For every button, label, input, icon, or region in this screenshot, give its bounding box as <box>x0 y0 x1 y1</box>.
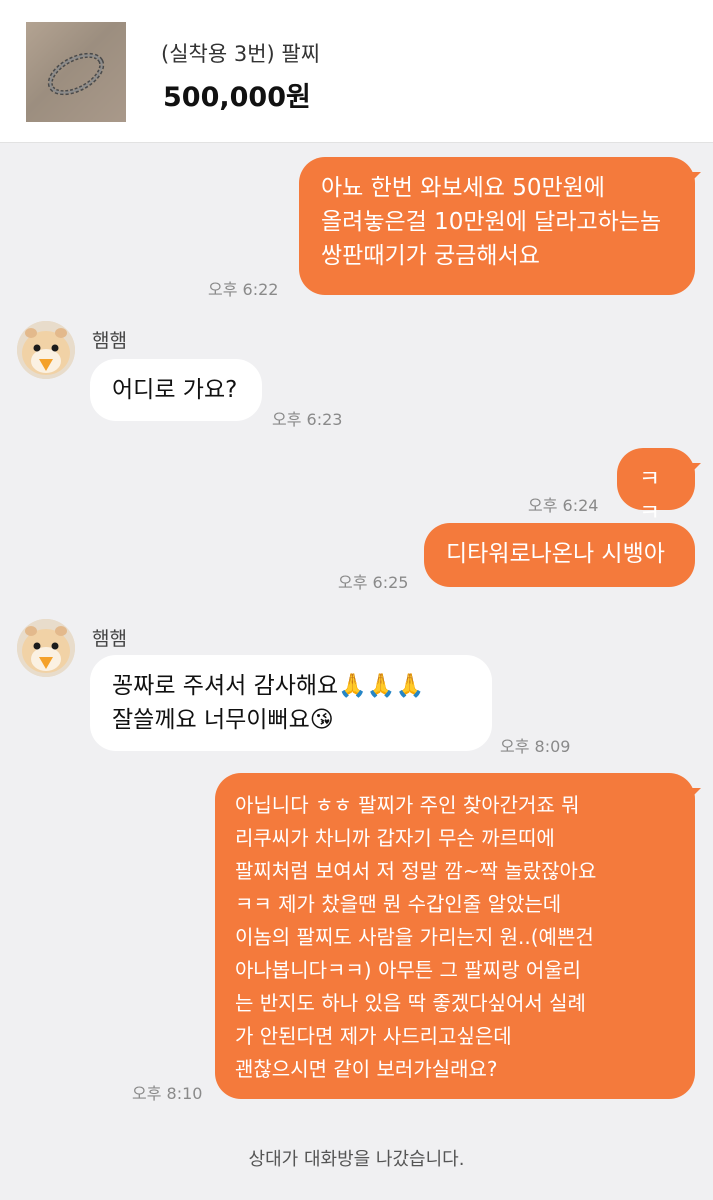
sender-avatar[interactable] <box>17 321 75 379</box>
sender-name: 햄햄 <box>92 628 127 650</box>
my-message-bubble[interactable]: ㅋㅋ <box>617 448 695 526</box>
sender-name: 햄햄 <box>92 330 127 352</box>
my-message-bubble[interactable]: 아닙니다 ㅎㅎ 팔찌가 주인 찾아간거죠 뭐 리쿠씨가 차니까 갑자기 무슨 까… <box>215 773 695 1099</box>
message-time: 오후 6:23 <box>272 410 343 429</box>
sender-avatar[interactable] <box>17 619 75 677</box>
my-message-bubble[interactable]: 디타워로나온나 시뱅아 <box>424 523 695 587</box>
product-header[interactable]: (실착용 3번) 팔찌 500,000원 <box>0 0 713 143</box>
product-price: 500,000원 <box>163 82 311 113</box>
bubble-tail <box>687 463 701 477</box>
their-message-bubble[interactable]: 꽁짜로 주셔서 감사해요🙏🙏🙏 잘쓸께요 너무이뻐요😘 <box>90 655 492 751</box>
my-message-bubble[interactable]: 아뇨 한번 와보세요 50만원에 올려놓은걸 10만원에 달라고하는놈 쌍판때기… <box>299 157 695 295</box>
bubble-tail <box>687 172 701 186</box>
their-message-bubble[interactable]: 어디로 가요? <box>90 359 262 421</box>
product-title: (실착용 3번) 팔찌 <box>161 42 321 66</box>
system-message: 상대가 대화방을 나갔습니다. <box>248 1149 465 1170</box>
message-time: 오후 6:24 <box>528 496 599 515</box>
message-time: 오후 8:09 <box>500 737 571 756</box>
message-time: 오후 6:22 <box>208 280 279 299</box>
message-time: 오후 6:25 <box>338 573 409 592</box>
message-time: 오후 8:10 <box>132 1084 203 1103</box>
product-thumbnail[interactable] <box>26 22 126 122</box>
bubble-tail <box>687 788 701 802</box>
